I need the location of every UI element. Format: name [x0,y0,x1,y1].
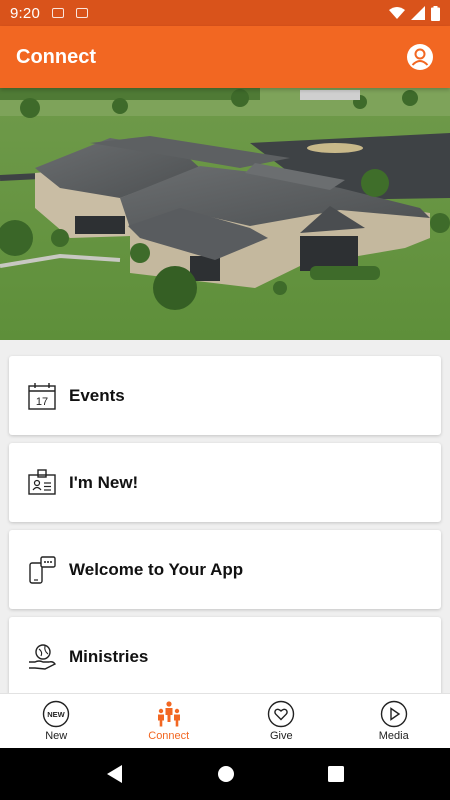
page-title: Connect [16,45,96,68]
menu-item-label: I'm New! [69,472,139,492]
nav-media[interactable]: Media [338,694,450,748]
nav-label: Connect [148,730,190,742]
recents-icon[interactable] [327,766,344,782]
signal-icon [411,6,425,20]
people-icon [157,701,180,727]
menu-item-label: Ministries [69,646,149,666]
status-bar: 9:20 [0,0,450,26]
phone-chat-icon [29,555,56,584]
calendar-day-text: 17 [36,396,48,408]
home-icon[interactable] [217,765,235,783]
connect-menu-list: 17 Events I'm New! Welcome to Your App M… [0,340,450,693]
nav-label: Give [269,730,293,742]
menu-item-im-new[interactable]: I'm New! [9,443,441,522]
menu-item-label: Events [69,385,125,405]
menu-item-label: Welcome to Your App [69,559,244,579]
battery-icon [431,5,440,21]
church-hero-image [0,88,450,340]
system-nav-bar [0,748,450,800]
heart-icon [268,700,295,728]
notification-icon [52,8,64,18]
svg-text:NEW: NEW [48,710,66,719]
id-badge-icon [28,468,56,495]
church-aerial-illustration [0,88,450,340]
status-time: 9:20 [10,4,40,22]
menu-item-ministries[interactable]: Ministries [9,617,441,693]
photo-notification-icon [76,8,88,18]
nav-give[interactable]: Give [225,694,338,748]
back-icon[interactable] [106,764,124,784]
calendar-icon: 17 [28,382,56,410]
nav-connect[interactable]: Connect [113,694,226,748]
nav-label: New [45,730,68,742]
hand-globe-icon [29,643,57,670]
bottom-nav: NEW New Connect Give Media [0,693,450,748]
wifi-icon [389,7,405,19]
new-badge-icon: NEW [43,700,70,728]
nav-new[interactable]: NEW New [0,694,113,748]
nav-label: Media [378,730,409,742]
menu-item-welcome[interactable]: Welcome to Your App [9,530,441,609]
profile-icon[interactable] [406,43,434,71]
app-bar: Connect [0,26,450,88]
play-icon [380,700,407,728]
menu-item-events[interactable]: 17 Events [9,356,441,435]
